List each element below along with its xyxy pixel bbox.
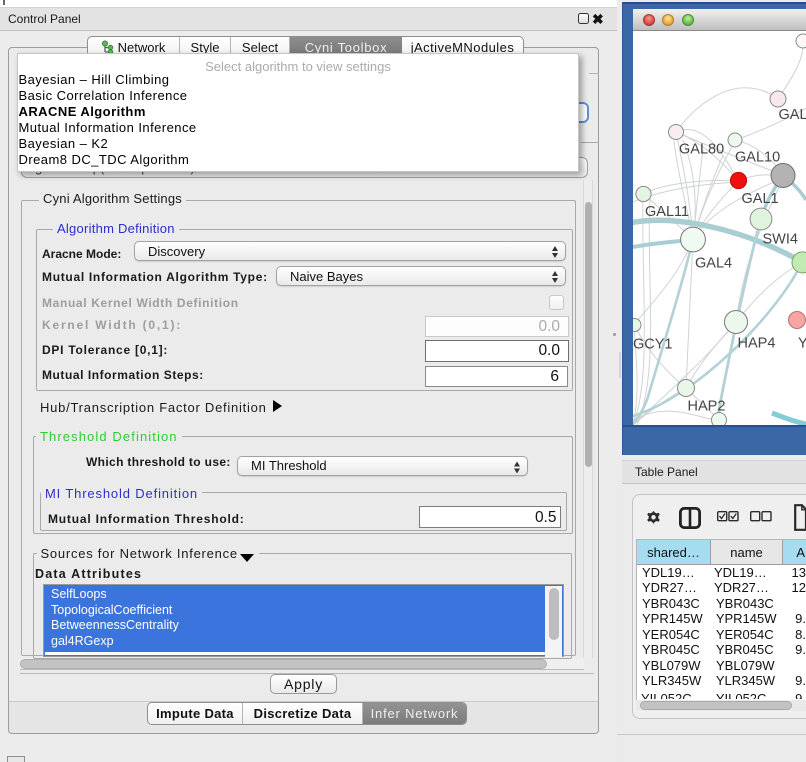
svg-text:GCY1: GCY1 xyxy=(633,337,673,353)
svg-text:HAP4: HAP4 xyxy=(738,336,776,352)
svg-text:Y: Y xyxy=(798,336,806,352)
svg-text:GAL10: GAL10 xyxy=(735,150,780,166)
svg-text:SWI4: SWI4 xyxy=(763,232,798,248)
svg-text:HAP2: HAP2 xyxy=(688,399,726,415)
svg-text:GAL11: GAL11 xyxy=(645,204,689,220)
svg-text:GAL: GAL xyxy=(779,107,806,123)
svg-text:GAL1: GAL1 xyxy=(742,191,779,207)
svg-text:GAL80: GAL80 xyxy=(679,142,724,158)
svg-text:GAL4: GAL4 xyxy=(695,256,732,272)
